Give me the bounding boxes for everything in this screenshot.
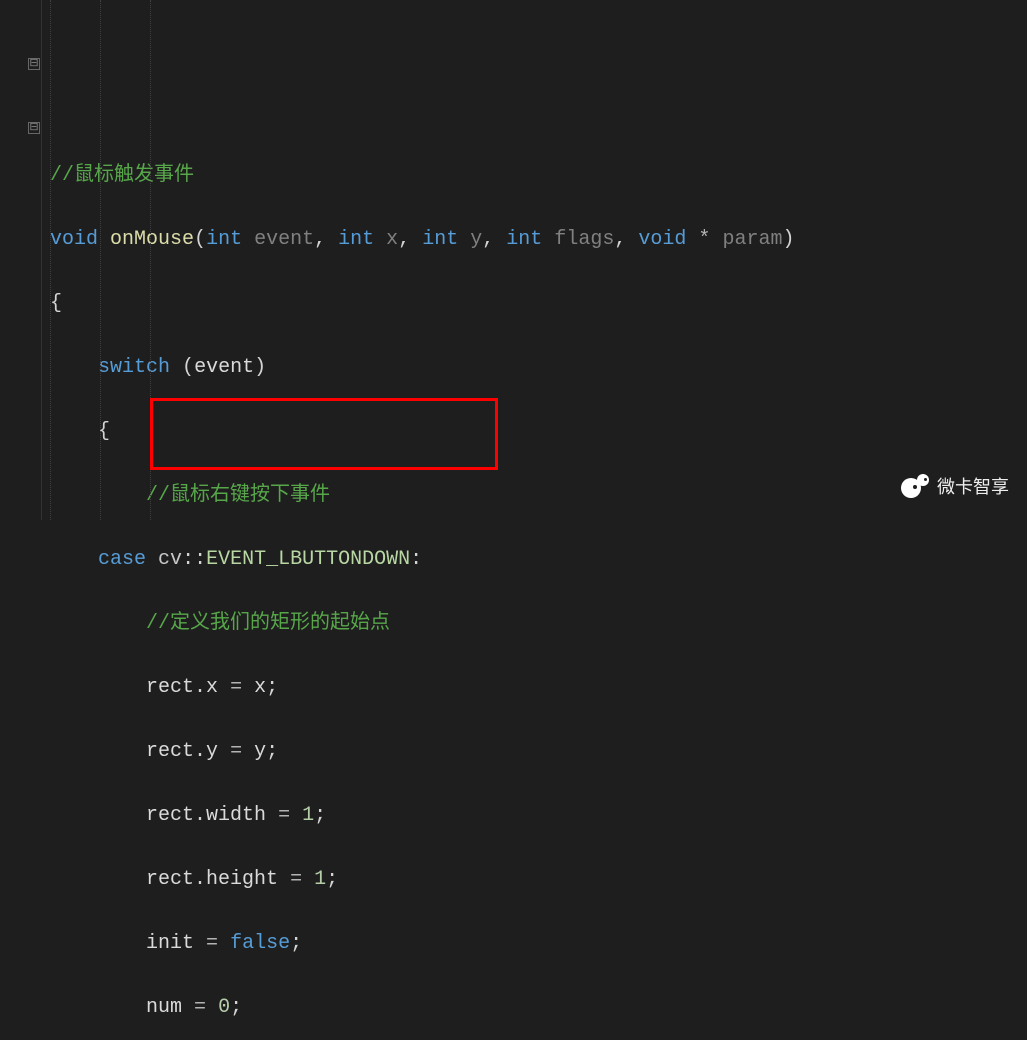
code-line: rect.x = x; xyxy=(50,672,1027,704)
wechat-icon xyxy=(901,474,929,502)
code-line: rect.height = 1; xyxy=(50,864,1027,896)
code-line: case cv::EVENT_LBUTTONDOWN: xyxy=(50,544,1027,576)
code-line: //鼠标触发事件 xyxy=(50,160,1027,192)
code-line: void onMouse(int event, int x, int y, in… xyxy=(50,224,1027,256)
watermark: 微卡智享 xyxy=(901,473,1009,502)
fold-toggle-icon[interactable]: ⊟ xyxy=(28,122,40,134)
fold-toggle-icon[interactable]: ⊟ xyxy=(28,58,40,70)
code-line: //鼠标右键按下事件 xyxy=(50,480,1027,512)
code-line: { xyxy=(50,288,1027,320)
code-line: switch (event) xyxy=(50,352,1027,384)
code-line: rect.y = y; xyxy=(50,736,1027,768)
code-line: init = false; xyxy=(50,928,1027,960)
code-line: rect.width = 1; xyxy=(50,800,1027,832)
code-area[interactable]: //鼠标触发事件 void onMouse(int event, int x, … xyxy=(42,0,1027,520)
code-line: num = 0; xyxy=(50,992,1027,1024)
code-line: //定义我们的矩形的起始点 xyxy=(50,608,1027,640)
code-editor[interactable]: ⊟ ⊟ //鼠标触发事件 void onMouse(int event, int… xyxy=(0,0,1027,520)
code-line: { xyxy=(50,416,1027,448)
gutter: ⊟ ⊟ xyxy=(0,0,42,520)
watermark-text: 微卡智享 xyxy=(937,473,1009,502)
